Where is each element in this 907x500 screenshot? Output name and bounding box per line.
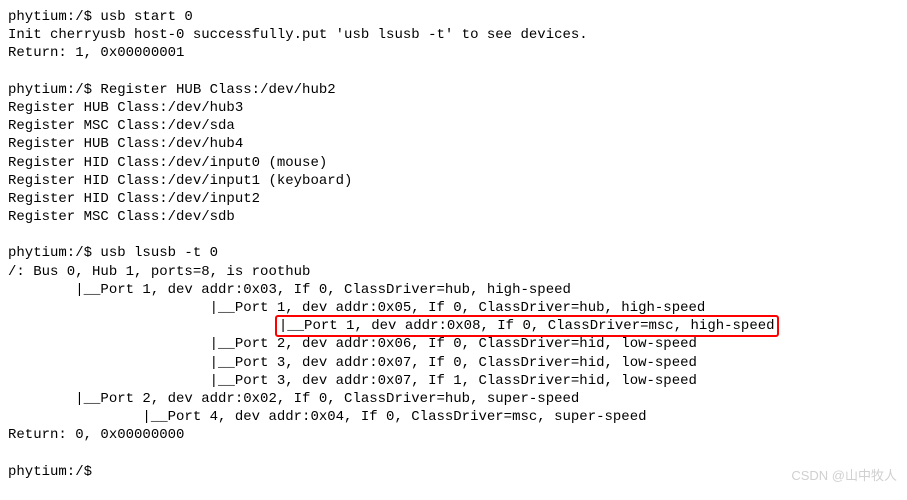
terminal-line-highlighted: |__Port 1, dev addr:0x08, If 0, ClassDri… — [8, 317, 899, 335]
terminal-line: Register HID Class:/dev/input0 (mouse) — [8, 154, 899, 172]
terminal-line: Register MSC Class:/dev/sda — [8, 117, 899, 135]
terminal-line: Return: 0, 0x00000000 — [8, 426, 899, 444]
terminal-line — [8, 63, 899, 81]
tree-indent — [8, 318, 277, 334]
terminal-line: Register HID Class:/dev/input1 (keyboard… — [8, 172, 899, 190]
terminal-line: Register HID Class:/dev/input2 — [8, 190, 899, 208]
terminal-line: Register HUB Class:/dev/hub3 — [8, 99, 899, 117]
terminal-line: Init cherryusb host-0 successfully.put '… — [8, 26, 899, 44]
terminal-line: phytium:/$ Register HUB Class:/dev/hub2 — [8, 81, 899, 99]
terminal-line: Register HUB Class:/dev/hub4 — [8, 135, 899, 153]
terminal-line: |__Port 2, dev addr:0x02, If 0, ClassDri… — [8, 390, 899, 408]
terminal-line: phytium:/$ usb start 0 — [8, 8, 899, 26]
terminal-line: |__Port 3, dev addr:0x07, If 1, ClassDri… — [8, 372, 899, 390]
highlighted-text: |__Port 1, dev addr:0x08, If 0, ClassDri… — [275, 315, 779, 337]
terminal-prompt[interactable]: phytium:/$ — [8, 463, 899, 481]
terminal-line — [8, 445, 899, 463]
terminal-line: |__Port 3, dev addr:0x07, If 0, ClassDri… — [8, 354, 899, 372]
watermark: CSDN @山中牧人 — [791, 468, 897, 485]
terminal-line: |__Port 1, dev addr:0x03, If 0, ClassDri… — [8, 281, 899, 299]
terminal-line: |__Port 2, dev addr:0x06, If 0, ClassDri… — [8, 335, 899, 353]
terminal-line: Return: 1, 0x00000001 — [8, 44, 899, 62]
terminal-line: phytium:/$ usb lsusb -t 0 — [8, 244, 899, 262]
terminal-line — [8, 226, 899, 244]
terminal-line: |__Port 4, dev addr:0x04, If 0, ClassDri… — [8, 408, 899, 426]
terminal-line: Register MSC Class:/dev/sdb — [8, 208, 899, 226]
terminal-line: /: Bus 0, Hub 1, ports=8, is roothub — [8, 263, 899, 281]
